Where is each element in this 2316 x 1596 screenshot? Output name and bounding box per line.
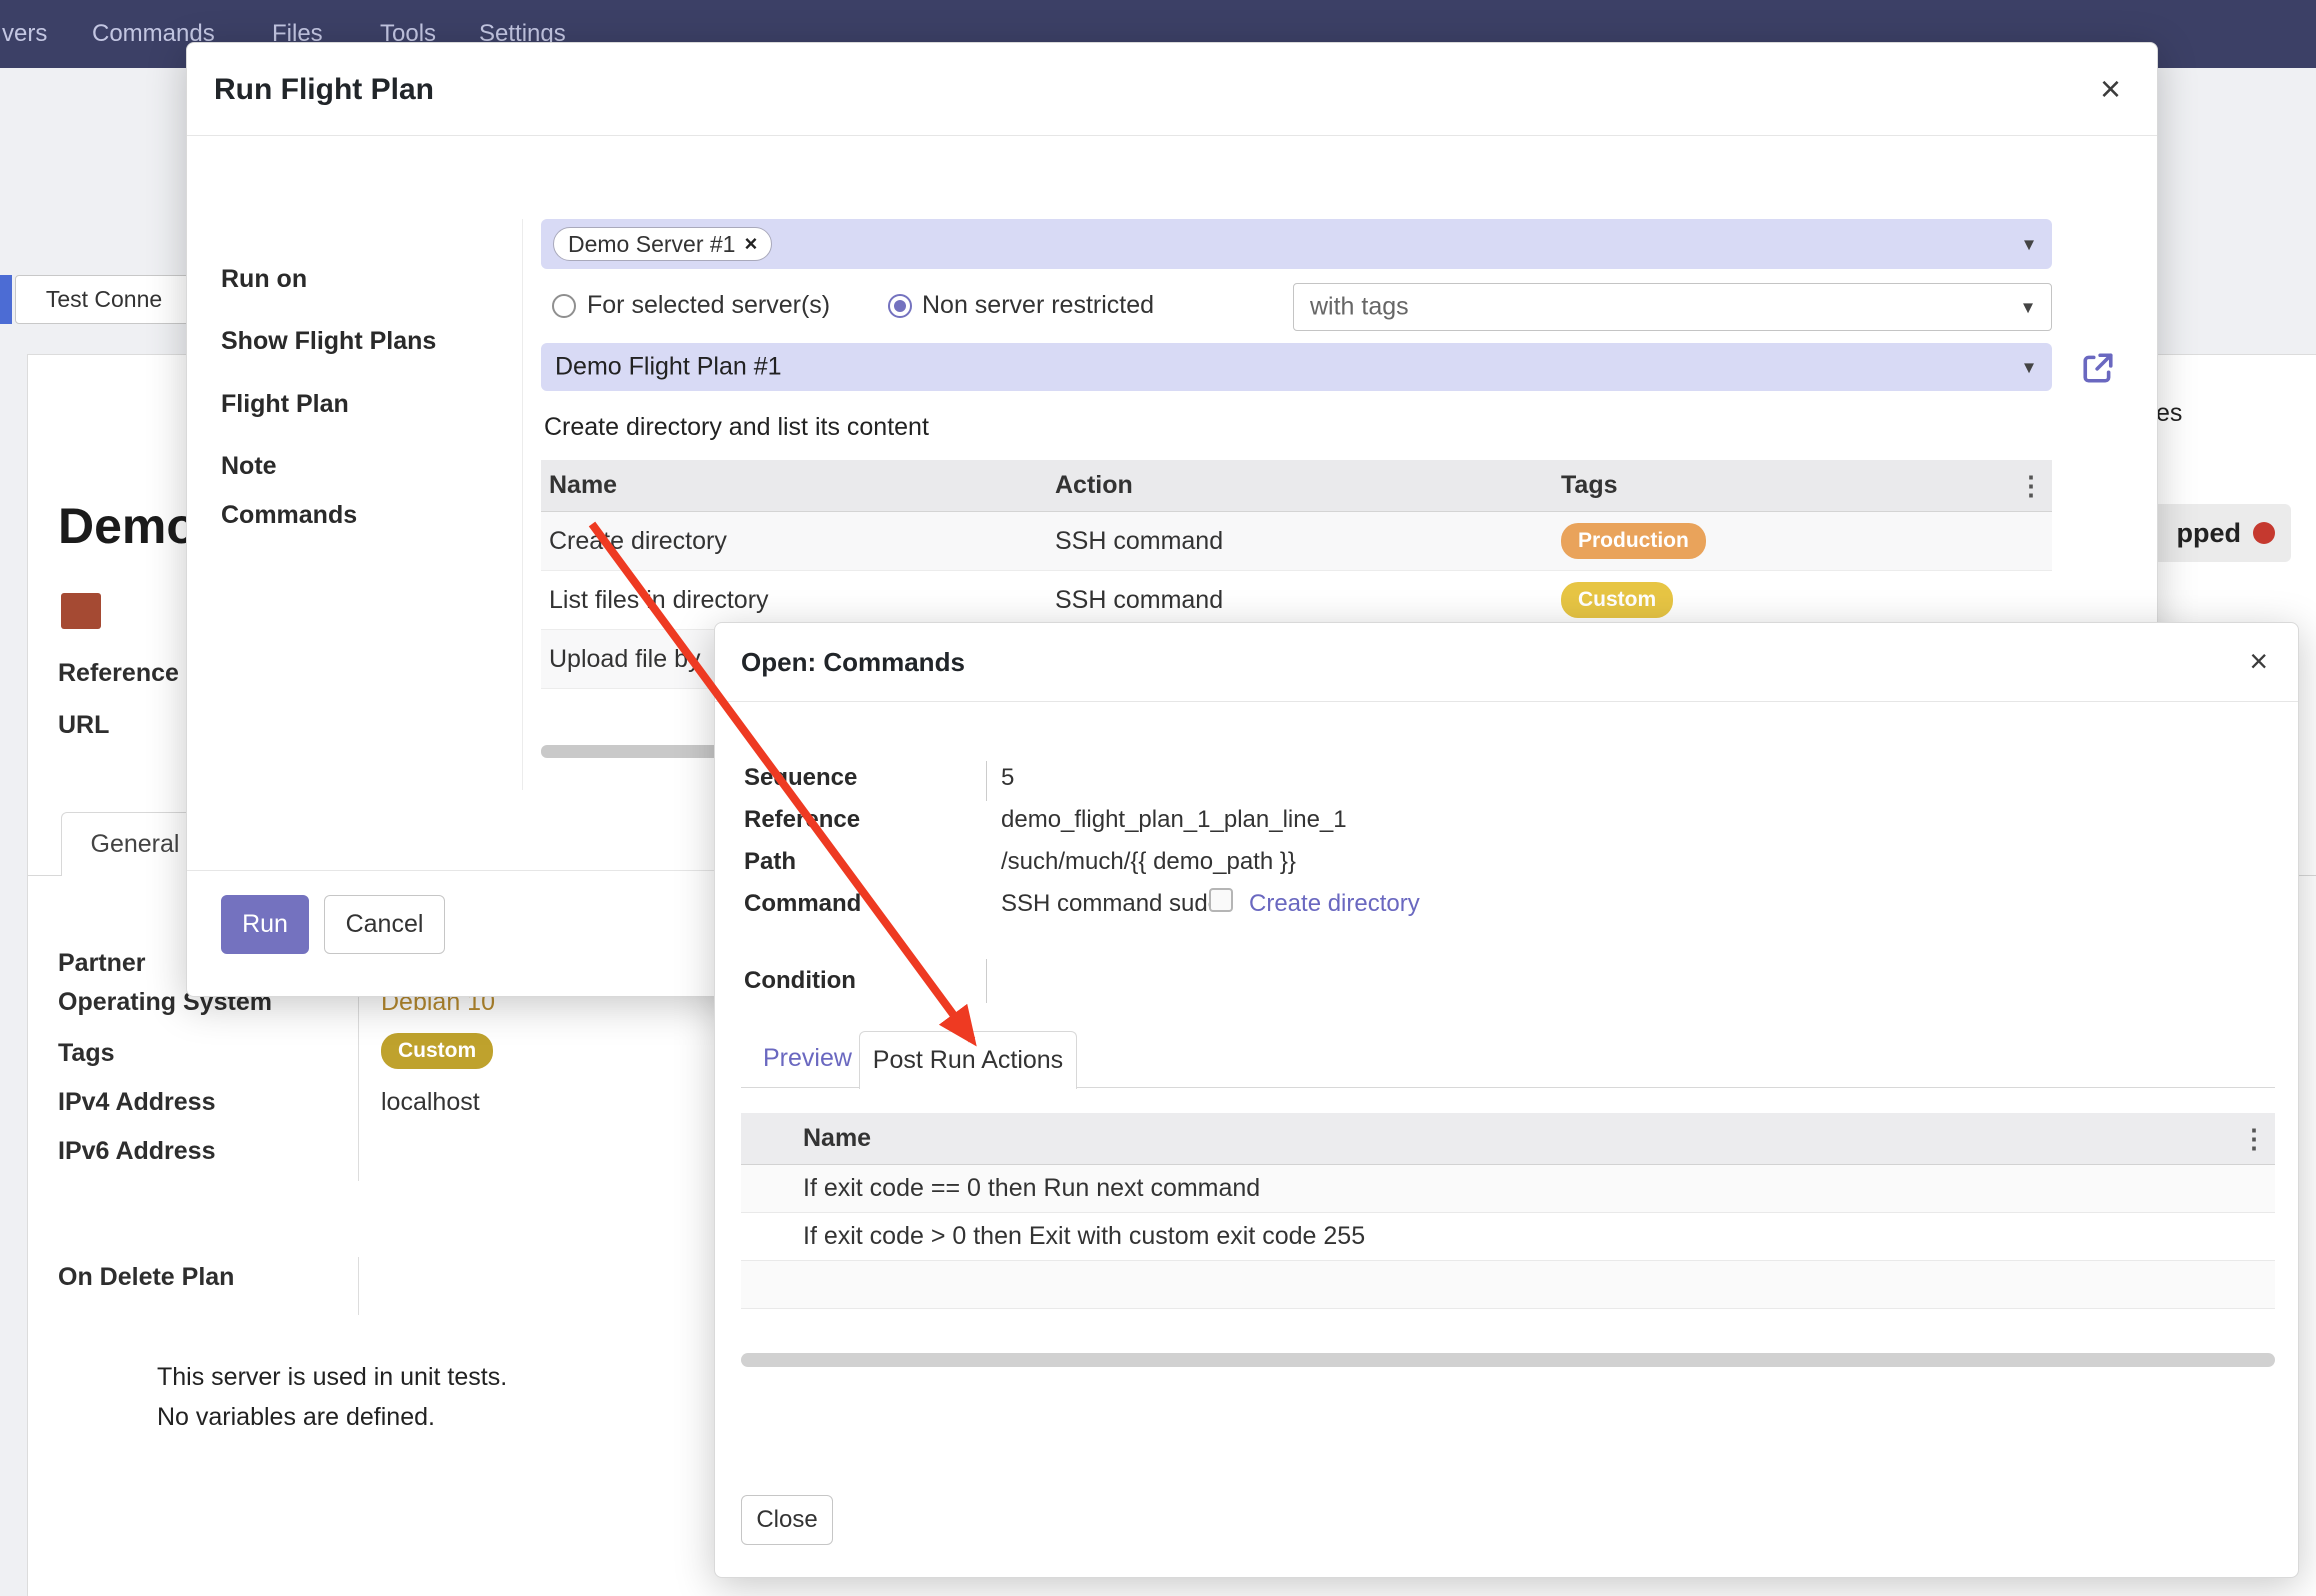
open-commands-modal: Open: Commands × Sequence 5 Reference de… [714,622,2299,1578]
ipv4-value: localhost [381,1088,480,1117]
commands-label: Commands [221,501,357,530]
command-value: SSH command sudo [1001,890,1221,918]
status-dot [2253,522,2275,544]
cancel-button[interactable]: Cancel [324,895,445,954]
caret-down-icon[interactable]: ▾ [2024,355,2034,380]
col-name[interactable]: Name [803,1124,2275,1153]
primary-button-edge[interactable] [0,275,12,324]
path-label: Path [744,848,796,876]
note-label: Note [221,452,277,481]
radio-selected-servers[interactable] [552,294,576,318]
with-tags-placeholder: with tags [1310,293,1409,322]
horizontal-scrollbar-thumb[interactable] [741,1353,2275,1367]
path-value: /such/much/{{ demo_path }} [1001,848,1296,876]
partner-label: Partner [58,949,146,978]
radio-selected-servers-label[interactable]: For selected server(s) [587,291,830,320]
flight-plan-select[interactable]: Demo Flight Plan #1 ▾ [541,343,2052,391]
modal-title: Run Flight Plan [214,73,434,107]
on-delete-plan-label: On Delete Plan [58,1263,234,1292]
kebab-menu-icon[interactable]: ⋮ [2241,1123,2267,1154]
caret-down-icon[interactable]: ▾ [2024,232,2034,257]
tab-post-run-actions[interactable]: Post Run Actions [859,1031,1077,1089]
col-name[interactable]: Name [549,471,1055,500]
table-header: Name Action Tags ⋮ [541,460,2052,512]
remove-tag-icon[interactable]: × [744,231,757,257]
cell-name: List files in directory [549,586,1055,615]
reference-value: demo_flight_plan_1_plan_line_1 [1001,806,1347,834]
partial-text: es [2156,399,2182,428]
url-label: URL [58,711,109,740]
radio-non-server-restricted[interactable] [888,294,912,318]
tab-preview[interactable]: Preview [763,1044,852,1073]
with-tags-select[interactable]: with tags ▾ [1293,283,2052,331]
ipv4-label: IPv4 Address [58,1088,215,1117]
modal-title: Open: Commands [741,647,965,678]
table-row[interactable]: Create directory SSH command Production [541,512,2052,571]
flight-plan-value: Demo Flight Plan #1 [555,353,782,382]
table-row[interactable]: If exit code > 0 then Exit with custom e… [741,1213,2275,1261]
field-divider [358,1257,359,1315]
sequence-label: Sequence [744,764,857,792]
col-action[interactable]: Action [1055,471,1561,500]
table-row-empty[interactable] [741,1261,2275,1309]
header-divider [187,135,2157,136]
cell-name: If exit code > 0 then Exit with custom e… [803,1222,2275,1251]
command-label: Command [744,890,861,918]
flight-plan-label: Flight Plan [221,390,349,419]
create-directory-link[interactable]: Create directory [1249,890,1420,918]
caret-down-icon[interactable]: ▾ [2023,295,2033,320]
label-column-divider [522,219,523,790]
show-flight-plans-label: Show Flight Plans [221,327,436,356]
info-line: This server is used in unit tests. [157,1363,507,1392]
close-icon[interactable]: × [2249,645,2268,677]
test-connection-button[interactable]: Test Conne [15,275,193,324]
reference-label: Reference [744,806,860,834]
field-divider [986,761,987,801]
ipv6-label: IPv6 Address [58,1137,215,1166]
note-value: Create directory and list its content [544,413,929,442]
status-text: pped [2177,518,2242,549]
server-title: Demo [58,497,197,555]
tag-production-badge: Production [1561,523,1706,559]
field-divider [986,959,987,1003]
close-icon[interactable]: × [2100,71,2121,107]
reference-label: Reference [58,659,179,688]
tag-custom-badge: Custom [1561,582,1673,618]
cell-name: Create directory [549,527,1055,556]
info-line: No variables are defined. [157,1403,435,1432]
nav-item-servers[interactable]: vers [2,20,47,48]
post-run-actions-table: Name ⋮ If exit code == 0 then Run next c… [741,1113,2275,1309]
table-header: Name ⋮ [741,1113,2275,1165]
screen: vers Commands Files Tools Settings Test … [0,0,2316,1596]
close-button[interactable]: Close [741,1495,833,1545]
tag-custom-badge[interactable]: Custom [381,1033,493,1069]
table-row[interactable]: If exit code == 0 then Run next command [741,1165,2275,1213]
condition-label: Condition [744,967,856,995]
run-button[interactable]: Run [221,895,309,954]
tags-label: Tags [58,1039,115,1068]
create-directory-checkbox[interactable] [1209,888,1233,912]
cell-name: If exit code == 0 then Run next command [803,1174,2275,1203]
cell-action: SSH command [1055,527,1561,556]
server-tag-label: Demo Server #1 [568,231,735,258]
server-tag-pill[interactable]: Demo Server #1 × [553,227,772,261]
cell-action: SSH command [1055,586,1561,615]
radio-non-server-restricted-label[interactable]: Non server restricted [922,291,1154,320]
run-on-label: Run on [221,265,307,294]
sequence-value: 5 [1001,764,1014,792]
external-link-icon[interactable] [2081,351,2115,385]
kebab-menu-icon[interactable]: ⋮ [2018,470,2044,501]
col-tags[interactable]: Tags [1561,471,2052,500]
server-color-swatch[interactable] [61,593,101,629]
header-divider [715,701,2298,702]
run-on-select[interactable]: Demo Server #1 × ▾ [541,219,2052,269]
